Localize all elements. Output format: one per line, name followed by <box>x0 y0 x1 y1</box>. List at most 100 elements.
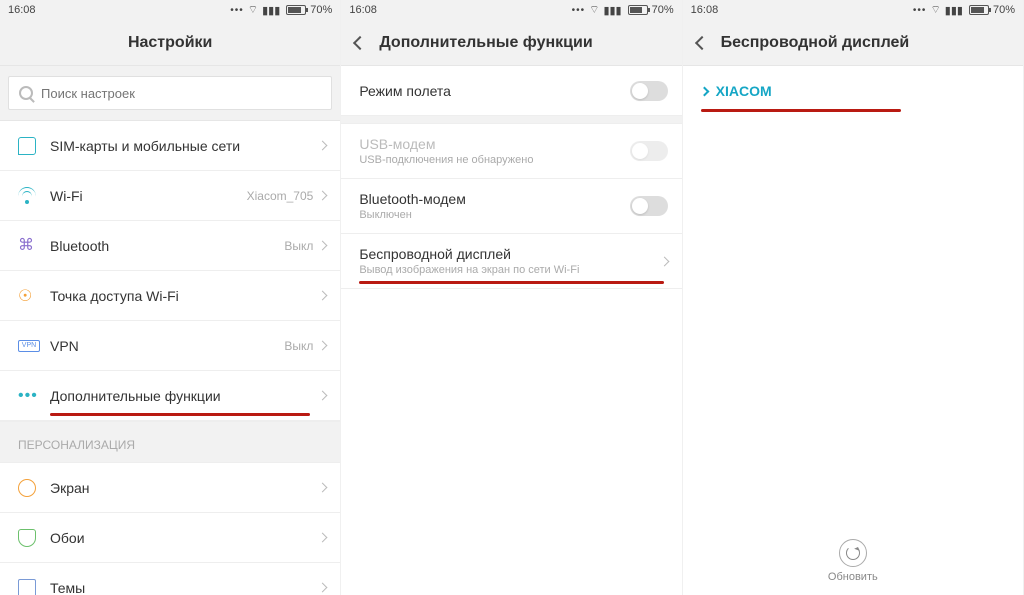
search-wrap <box>0 66 340 121</box>
pane-more-functions: 16:08 ••• ⌔ ▮▮▮ 70% Дополнительные функц… <box>341 0 682 595</box>
header-more: Дополнительные функции <box>341 20 681 66</box>
usb-toggle <box>630 141 668 161</box>
signal-icon: ▮▮▮ <box>262 4 280 17</box>
chevron-right-icon <box>318 483 328 493</box>
chevron-right-icon <box>318 141 328 151</box>
row-usb-subtitle: USB-подключения не обнаружено <box>359 154 629 166</box>
row-bt-modem[interactable]: Bluetooth-модем Выключен <box>341 179 681 234</box>
battery-icon <box>969 5 989 15</box>
refresh-icon <box>839 539 867 567</box>
header-title: Настройки <box>128 34 212 52</box>
section-personalization: ПЕРСОНАЛИЗАЦИЯ <box>0 421 340 463</box>
refresh-button[interactable]: Обновить <box>683 539 1023 583</box>
wifi-icon: ⌔ <box>248 3 258 17</box>
row-more-functions[interactable]: ••• Дополнительные функции <box>0 371 340 421</box>
chevron-right-icon <box>318 533 328 543</box>
theme-icon <box>18 579 36 595</box>
status-bar: 16:08 ••• ⌔ ▮▮▮ 70% <box>0 0 340 20</box>
highlight-underline <box>701 109 901 112</box>
wifi-row-icon <box>18 189 36 203</box>
row-usb-title: USB-модем <box>359 136 629 152</box>
row-wireless-display[interactable]: Беспроводной дисплей Вывод изображения н… <box>341 234 681 289</box>
status-time: 16:08 <box>691 4 719 16</box>
back-icon[interactable] <box>353 35 367 49</box>
search-icon <box>19 86 33 100</box>
chevron-right-icon <box>318 341 328 351</box>
row-wdisp-subtitle: Вывод изображения на экран по сети Wi-Fi <box>359 264 660 276</box>
header-title: Дополнительные функции <box>379 34 592 52</box>
row-wifi-value: Xiacom_705 <box>247 189 314 203</box>
row-vpn-title: VPN <box>50 338 284 354</box>
signal-icon: ▮▮▮ <box>603 4 621 17</box>
wallpaper-icon <box>18 529 36 547</box>
status-time: 16:08 <box>349 4 377 16</box>
header-wdisp: Беспроводной дисплей <box>683 20 1023 66</box>
chevron-right-icon <box>699 86 709 96</box>
row-bt-title: Bluetooth <box>50 238 284 254</box>
battery-icon <box>286 5 306 15</box>
row-hotspot[interactable]: ☉ Точка доступа Wi-Fi <box>0 271 340 321</box>
battery-icon <box>628 5 648 15</box>
row-wdisp-title: Беспроводной дисплей <box>359 246 660 262</box>
signal-icon: ▮▮▮ <box>945 4 963 17</box>
row-vpn[interactable]: VPN VPN Выкл <box>0 321 340 371</box>
row-vpn-value: Выкл <box>284 339 313 353</box>
back-icon[interactable] <box>695 35 709 49</box>
section-gap <box>341 116 681 124</box>
row-themes[interactable]: Темы <box>0 563 340 595</box>
more-icon: ••• <box>572 5 586 16</box>
header-settings: Настройки <box>0 20 340 66</box>
search-input[interactable] <box>41 86 321 101</box>
more-icon: ••• <box>913 5 927 16</box>
row-hotspot-title: Точка доступа Wi-Fi <box>50 288 319 304</box>
status-bar: 16:08 ••• ⌔ ▮▮▮ 70% <box>341 0 681 20</box>
highlight-underline <box>50 413 310 416</box>
chevron-right-icon <box>318 241 328 251</box>
hotspot-icon: ☉ <box>18 286 32 306</box>
row-airplane-title: Режим полета <box>359 83 629 99</box>
row-bluetooth[interactable]: ⌘ Bluetooth Выкл <box>0 221 340 271</box>
device-item[interactable]: XIACOM <box>683 66 1023 116</box>
row-usb-modem: USB-модем USB-подключения не обнаружено <box>341 124 681 179</box>
pane-wireless-display: 16:08 ••• ⌔ ▮▮▮ 70% Беспроводной дисплей… <box>683 0 1024 595</box>
row-screen-title: Экран <box>50 480 319 496</box>
device-name: XIACOM <box>716 83 772 99</box>
chevron-right-icon <box>318 583 328 593</box>
battery-percent: 70% <box>993 4 1015 16</box>
more-functions-icon: ••• <box>18 387 38 405</box>
chevron-right-icon <box>659 256 669 266</box>
battery-percent: 70% <box>652 4 674 16</box>
row-btmodem-title: Bluetooth-модем <box>359 191 629 207</box>
header-title: Беспроводной дисплей <box>721 34 910 52</box>
more-icon: ••• <box>230 5 244 16</box>
vpn-icon: VPN <box>18 340 40 352</box>
row-btmodem-subtitle: Выключен <box>359 209 629 221</box>
battery-percent: 70% <box>310 4 332 16</box>
row-sim[interactable]: SIM-карты и мобильные сети <box>0 121 340 171</box>
row-wallpaper[interactable]: Обои <box>0 513 340 563</box>
row-airplane[interactable]: Режим полета <box>341 66 681 116</box>
status-icons: ••• ⌔ ▮▮▮ 70% <box>572 3 674 17</box>
row-screen[interactable]: Экран <box>0 463 340 513</box>
row-theme-title: Темы <box>50 580 319 595</box>
pane-settings: 16:08 ••• ⌔ ▮▮▮ 70% Настройки SIM-карты … <box>0 0 341 595</box>
search-box[interactable] <box>8 76 332 110</box>
refresh-label: Обновить <box>828 571 878 583</box>
row-wifi-title: Wi-Fi <box>50 188 247 204</box>
row-wall-title: Обои <box>50 530 319 546</box>
bt-modem-toggle[interactable] <box>630 196 668 216</box>
row-wifi[interactable]: Wi-Fi Xiacom_705 <box>0 171 340 221</box>
status-icons: ••• ⌔ ▮▮▮ 70% <box>230 3 332 17</box>
wifi-icon: ⌔ <box>930 3 940 17</box>
row-more-title: Дополнительные функции <box>50 388 319 404</box>
airplane-toggle[interactable] <box>630 81 668 101</box>
chevron-right-icon <box>318 191 328 201</box>
row-bt-value: Выкл <box>284 239 313 253</box>
chevron-right-icon <box>318 391 328 401</box>
screen-icon <box>18 479 36 497</box>
sim-icon <box>18 137 36 155</box>
row-sim-title: SIM-карты и мобильные сети <box>50 138 319 154</box>
chevron-right-icon <box>318 291 328 301</box>
bluetooth-icon: ⌘ <box>18 238 34 254</box>
status-time: 16:08 <box>8 4 36 16</box>
